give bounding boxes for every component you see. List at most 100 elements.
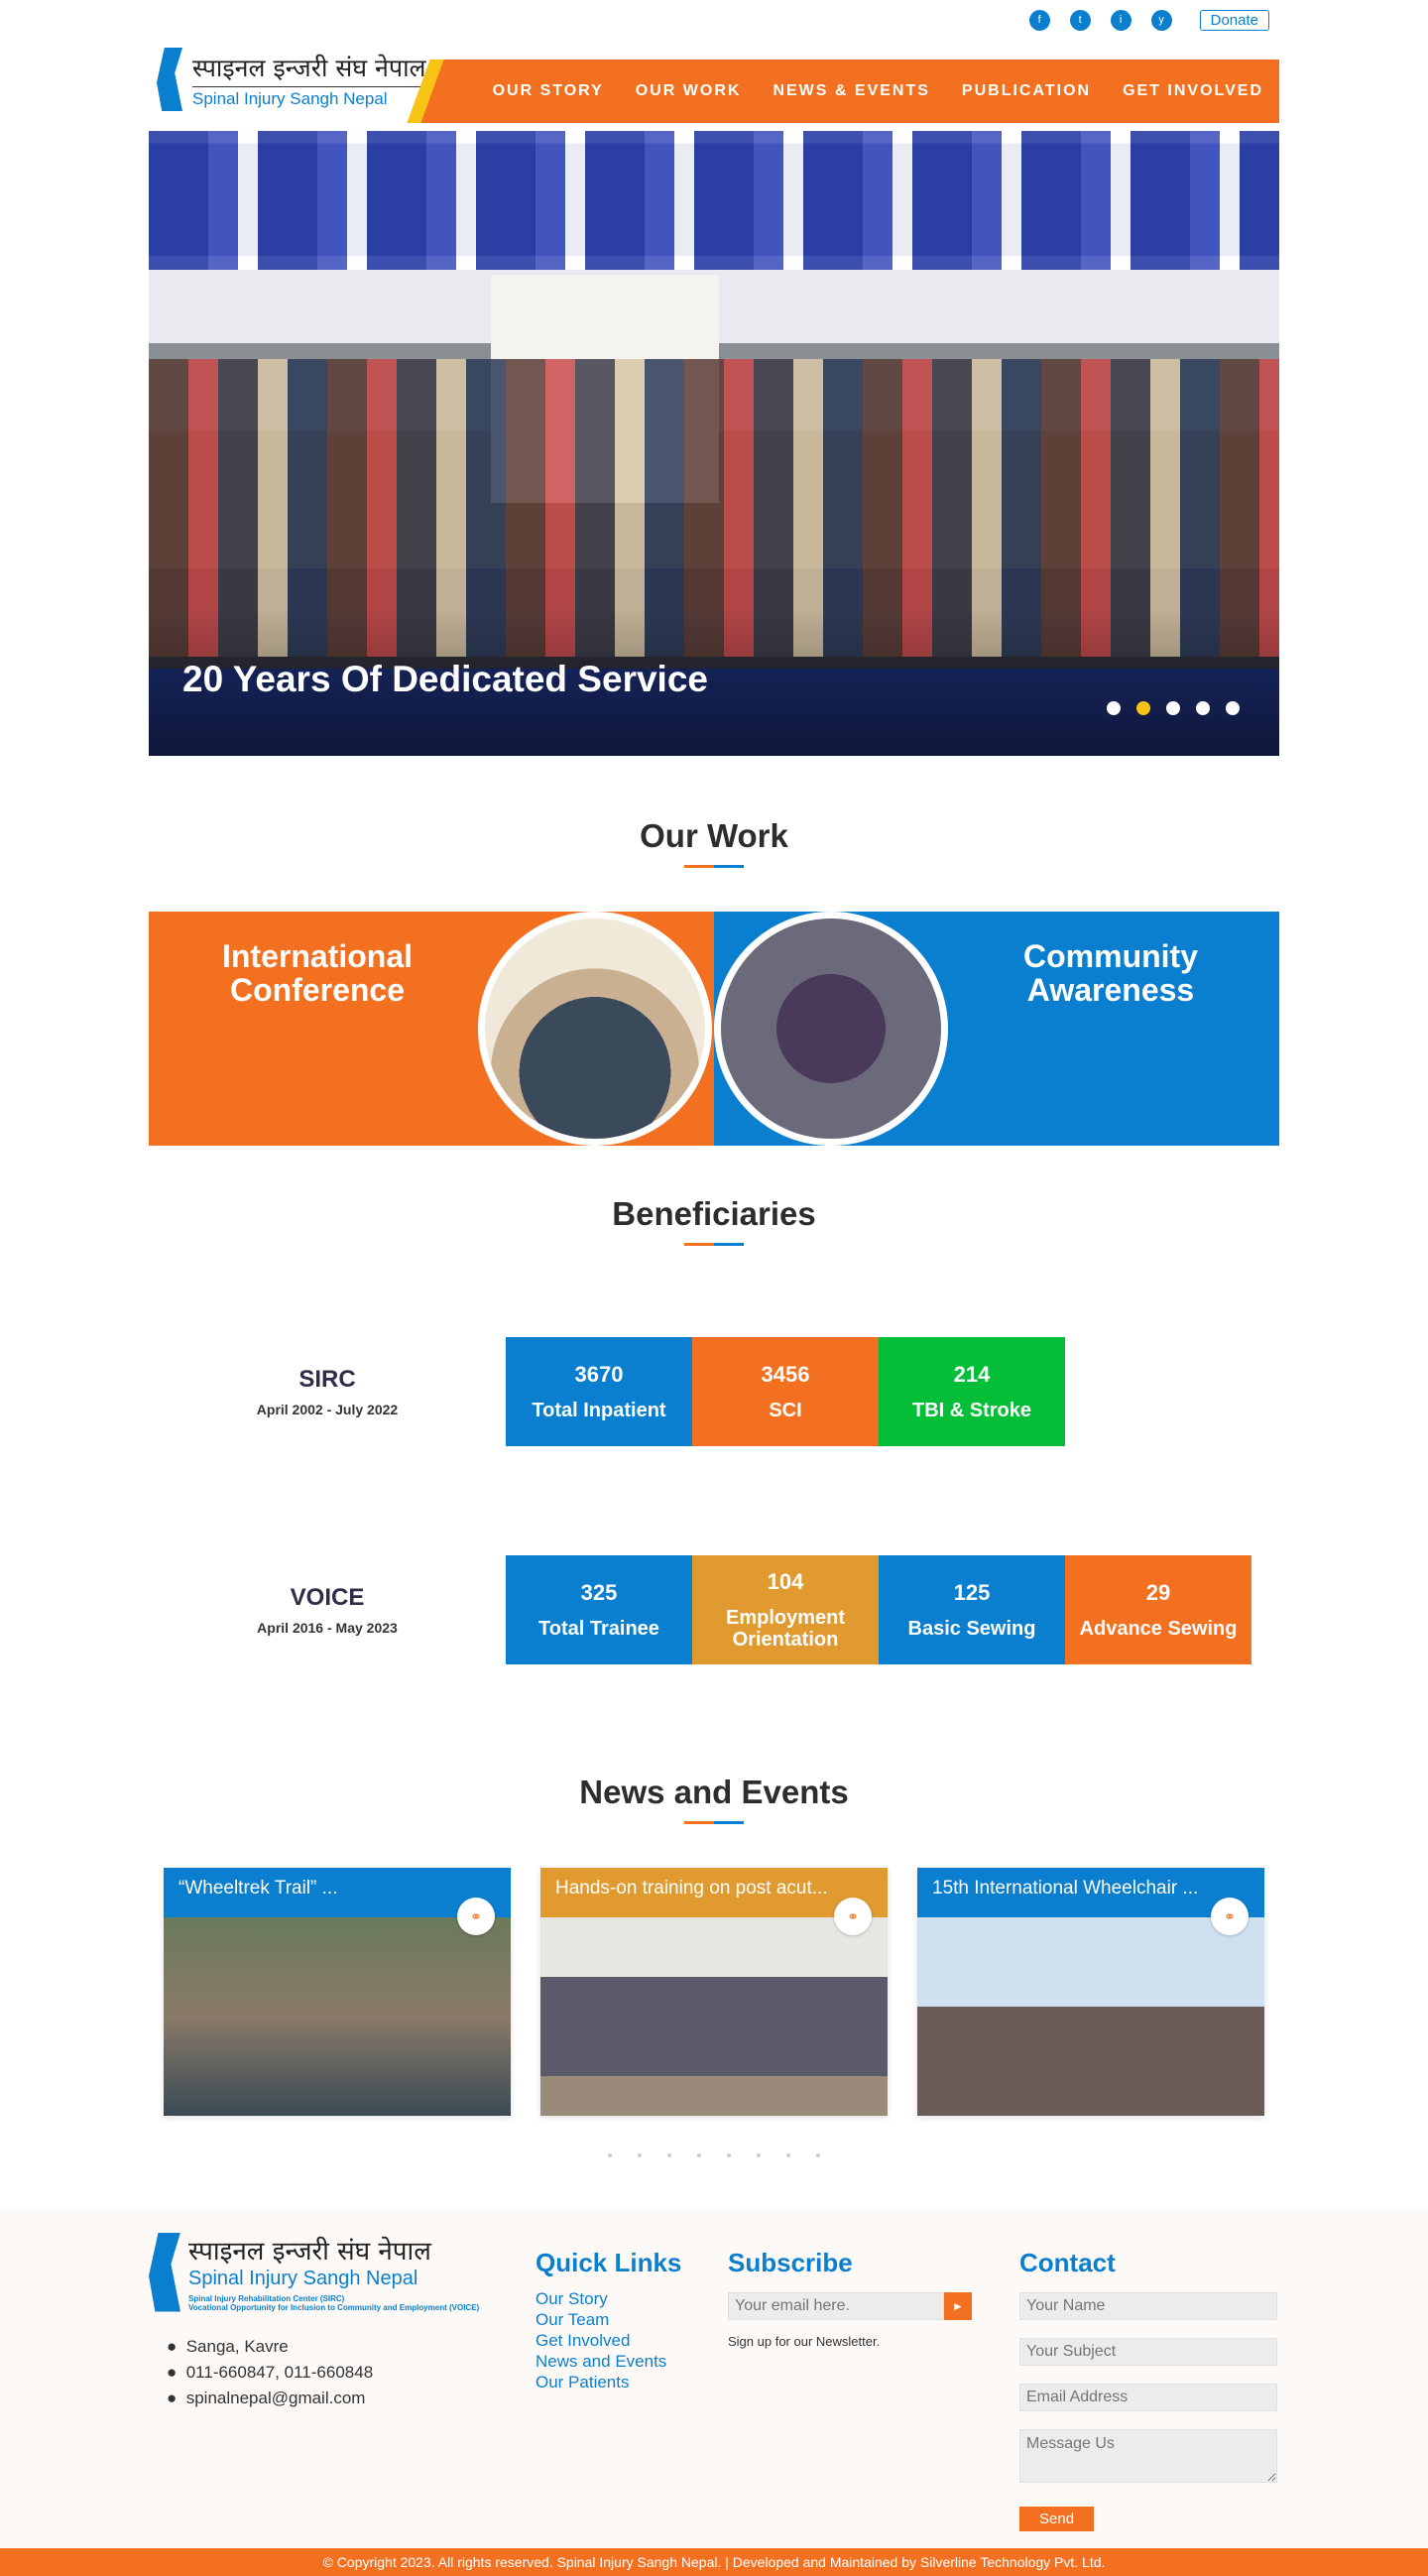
conference-photo <box>478 912 712 1146</box>
footer-logo-sub1: Spinal Injury Rehabilitation Center (SIR… <box>188 2294 345 2303</box>
logo[interactable]: स्पाइनल इन्जरी संघ नेपाल Spinal Injury S… <box>149 40 436 119</box>
program-name: VOICE <box>290 1584 365 1611</box>
hero-slider[interactable]: 20 Years Of Dedicated Service <box>149 131 1279 756</box>
main-nav: OUR STORY OUR WORK NEWS & EVENTS PUBLICA… <box>436 60 1279 123</box>
instagram-icon[interactable]: i <box>1110 9 1131 31</box>
footer-link-our-patients[interactable]: Our Patients <box>536 2372 681 2392</box>
carousel-dot[interactable] <box>816 2153 820 2157</box>
program-dates: April 2016 - May 2023 <box>257 1620 398 1636</box>
slider-dot[interactable] <box>1196 701 1210 715</box>
subscribe-title: Subscribe <box>728 2248 853 2277</box>
stat-box: 3670 Total Inpatient <box>506 1337 692 1446</box>
program-dates: April 2002 - July 2022 <box>256 1402 399 1417</box>
stat-box: 3456 SCI <box>692 1337 879 1446</box>
nav-news-events[interactable]: NEWS & EVENTS <box>773 82 929 100</box>
logo-english-text: Spinal Injury Sangh Nepal <box>192 88 388 108</box>
work-card-label: International Conference <box>221 938 413 1008</box>
link-icon[interactable]: ⚭ <box>457 1898 495 1935</box>
logo-mark-icon <box>149 2232 180 2312</box>
news-carousel: “Wheeltrek Trail” ... ⚭ Hands-on trainin… <box>149 1868 1279 2116</box>
footer-phone: ● 011-660847, 011-660848 <box>167 2363 374 2382</box>
hero-image-canopy <box>149 131 1279 270</box>
our-work-title: Our Work <box>640 817 788 854</box>
slider-dots <box>1107 701 1240 715</box>
news-title: News and Events <box>579 1774 849 1810</box>
footer-link-our-team[interactable]: Our Team <box>536 2309 681 2330</box>
stat-box: 29 Advance Sewing <box>1065 1555 1251 1664</box>
work-card-label: Community Awareness <box>1023 938 1198 1008</box>
hero-title: 20 Years Of Dedicated Service <box>182 659 708 699</box>
link-icon[interactable]: ⚭ <box>1211 1898 1249 1935</box>
carousel-dot[interactable] <box>638 2153 642 2157</box>
beneficiary-row-voice: VOICE April 2016 - May 2023 325 Total Tr… <box>149 1555 1279 1664</box>
subscribe-submit-icon[interactable]: ► <box>944 2292 972 2320</box>
carousel-dot[interactable] <box>667 2153 671 2157</box>
link-icon[interactable]: ⚭ <box>834 1898 872 1935</box>
slider-dot-active[interactable] <box>1136 701 1150 715</box>
news-card[interactable]: Hands-on training on post acut... ⚭ <box>540 1868 888 2116</box>
facebook-icon[interactable]: f <box>1028 9 1050 31</box>
header: स्पाइनल इन्जरी संघ नेपाल Spinal Injury S… <box>149 40 1279 125</box>
our-work-section: International Conference Community Aware… <box>149 912 1279 1146</box>
copyright: © Copyright 2023. All rights reserved. S… <box>0 2548 1428 2576</box>
awareness-photo <box>714 912 948 1146</box>
footer: स्पाइनल इन्जरी संघ नेपाल Spinal Injury S… <box>0 2208 1428 2548</box>
title-underline <box>684 1243 744 1246</box>
work-card-community-awareness[interactable]: Community Awareness <box>714 912 1279 1146</box>
subscribe-email-input[interactable] <box>728 2292 944 2320</box>
topbar: f t i y Donate <box>149 0 1279 40</box>
youtube-icon[interactable]: y <box>1150 9 1172 31</box>
slider-dot[interactable] <box>1226 701 1240 715</box>
page: f t i y Donate स्पाइनल इन्जरी संघ नेपाल … <box>0 0 1428 2576</box>
carousel-dot[interactable] <box>727 2153 731 2157</box>
nav-publication[interactable]: PUBLICATION <box>962 82 1091 100</box>
subscribe-note: Sign up for our Newsletter. <box>728 2334 881 2349</box>
contact-email-input[interactable] <box>1019 2384 1277 2411</box>
work-card-international-conference[interactable]: International Conference <box>149 912 714 1146</box>
nav-get-involved[interactable]: GET INVOLVED <box>1123 82 1263 100</box>
footer-logo-sub2: Vocational Opportunity for Inclusion to … <box>188 2303 480 2312</box>
donate-button[interactable]: Donate <box>1199 9 1269 31</box>
carousel-dot[interactable] <box>697 2153 701 2157</box>
stat-box: 125 Basic Sewing <box>879 1555 1065 1664</box>
slider-dot[interactable] <box>1107 701 1121 715</box>
contact-subject-input[interactable] <box>1019 2338 1277 2366</box>
logo-nepali-text: स्पाइनल इन्जरी संघ नेपाल <box>192 51 426 87</box>
footer-address: ● Sanga, Kavre <box>167 2337 289 2356</box>
quick-links: Quick Links Our Story Our Team Get Invol… <box>536 2248 681 2392</box>
subscribe: Subscribe ► Sign up for our Newsletter. <box>728 2248 972 2349</box>
twitter-icon[interactable]: t <box>1069 9 1091 31</box>
beneficiary-row-sirc: SIRC April 2002 - July 2022 3670 Total I… <box>149 1337 1279 1446</box>
footer-logo: स्पाइनल इन्जरी संघ नेपाल Spinal Injury S… <box>149 2232 516 2411</box>
news-card-image <box>540 1917 888 2116</box>
news-card-image <box>917 1917 1264 2116</box>
carousel-dot[interactable] <box>757 2153 761 2157</box>
nav-our-work[interactable]: OUR WORK <box>636 82 742 100</box>
footer-email[interactable]: ● spinalnepal@gmail.com <box>167 2386 516 2411</box>
send-button[interactable]: Send <box>1019 2507 1095 2531</box>
footer-logo-english: Spinal Injury Sangh Nepal <box>188 2268 418 2289</box>
program-name: SIRC <box>298 1366 356 1393</box>
title-underline <box>684 1821 744 1824</box>
beneficiaries-title: Beneficiaries <box>612 1195 816 1232</box>
carousel-dot[interactable] <box>608 2153 612 2157</box>
news-carousel-dots <box>149 2153 1279 2157</box>
nav-our-story[interactable]: OUR STORY <box>493 82 604 100</box>
footer-link-news-events[interactable]: News and Events <box>536 2351 681 2372</box>
stat-box: 214 TBI & Stroke <box>879 1337 1065 1446</box>
contact-name-input[interactable] <box>1019 2292 1277 2320</box>
news-card[interactable]: 15th International Wheelchair ... ⚭ <box>917 1868 1264 2116</box>
carousel-dot[interactable] <box>786 2153 790 2157</box>
footer-logo-nepali: स्पाइनल इन्जरी संघ नेपाल <box>188 2237 431 2267</box>
slider-dot[interactable] <box>1166 701 1180 715</box>
footer-link-get-involved[interactable]: Get Involved <box>536 2330 681 2351</box>
contact-title: Contact <box>1019 2248 1116 2277</box>
contact-message-input[interactable] <box>1019 2429 1277 2483</box>
news-card[interactable]: “Wheeltrek Trail” ... ⚭ <box>164 1868 511 2116</box>
footer-link-our-story[interactable]: Our Story <box>536 2288 681 2309</box>
contact-form: Contact Send <box>1019 2248 1277 2531</box>
title-underline <box>684 865 744 868</box>
logo-mark-icon <box>157 48 182 111</box>
quick-links-title: Quick Links <box>536 2248 682 2277</box>
stat-box: 104 Employment Orientation <box>692 1555 879 1664</box>
